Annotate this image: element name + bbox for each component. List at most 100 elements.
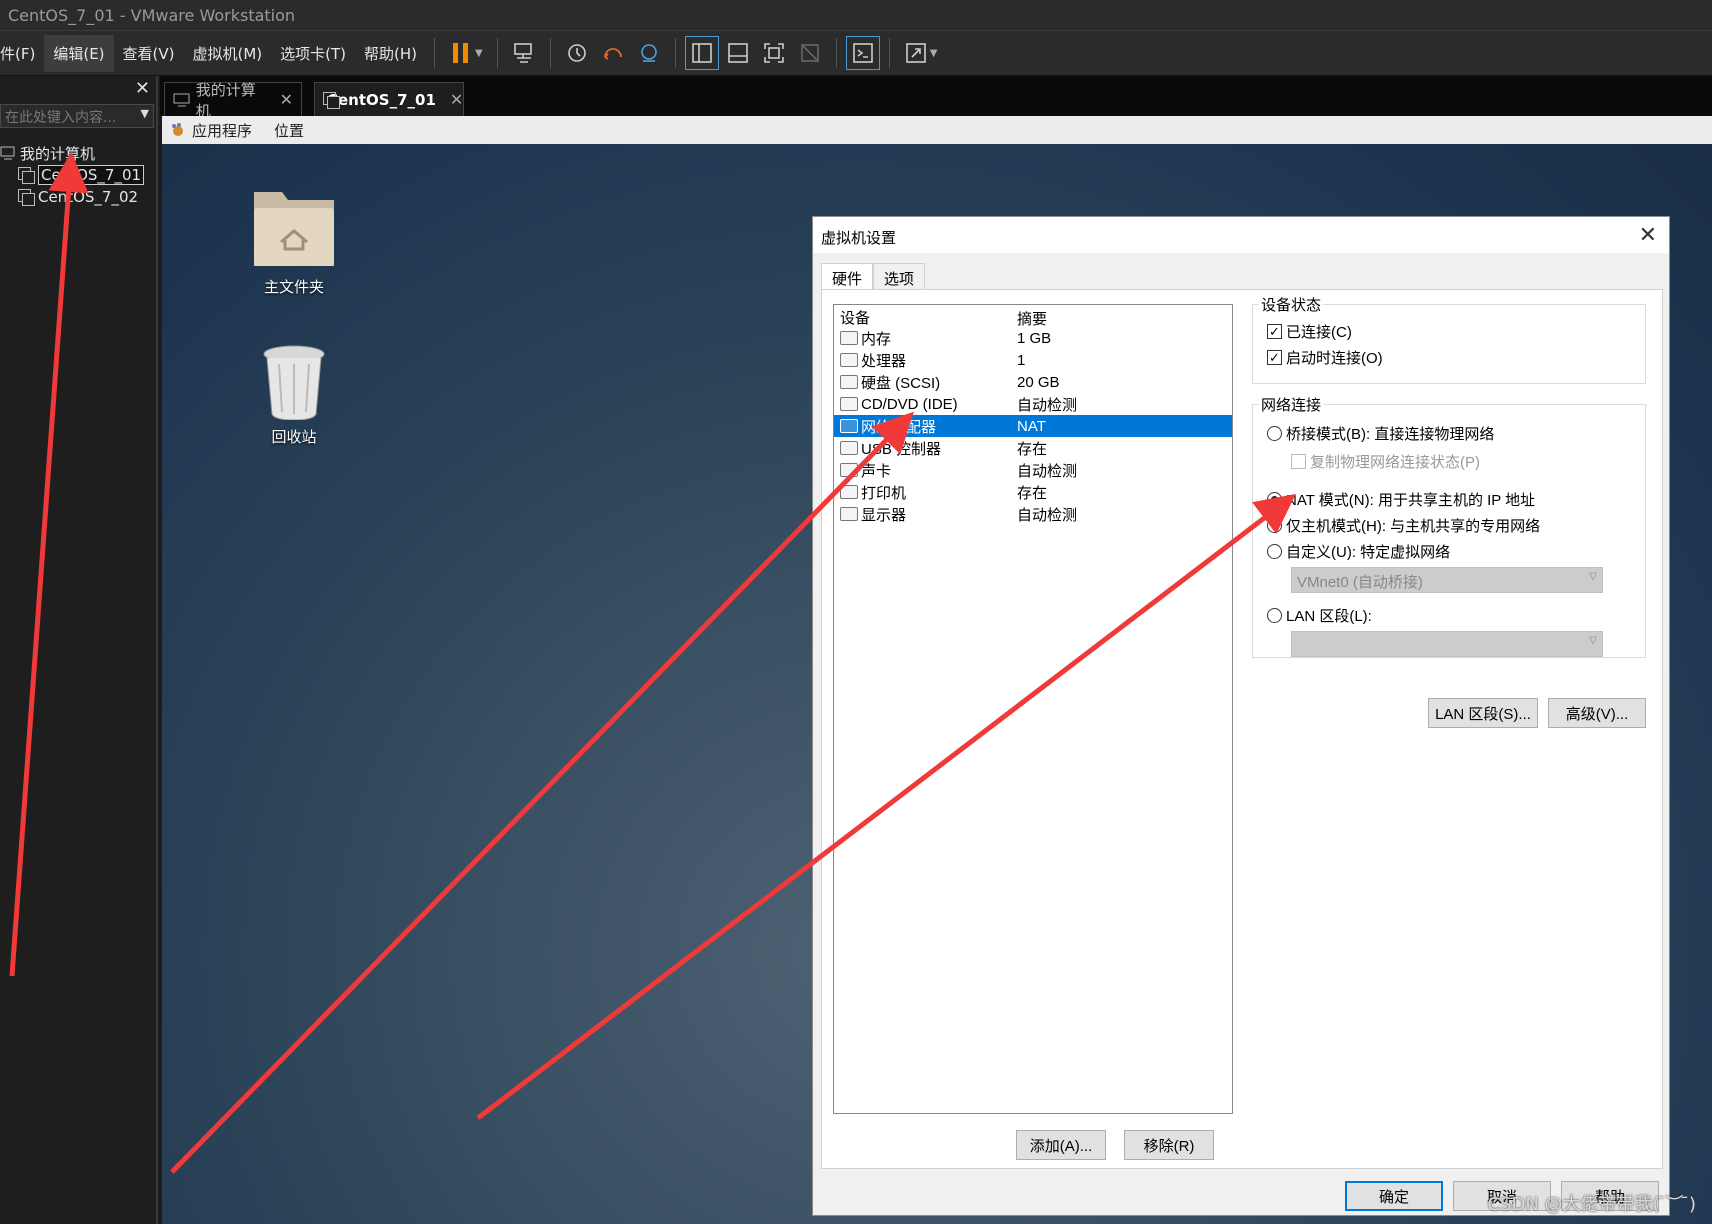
thumbnail-bar-icon[interactable] — [721, 36, 755, 70]
trash-icon — [263, 345, 325, 421]
menu-view[interactable]: 查看(V) — [114, 35, 184, 72]
desktop-icon-home[interactable]: 主文件夹 — [234, 186, 354, 297]
tab-centos-7-01[interactable]: CentOS_7_01 ✕ — [314, 82, 464, 116]
lan-segments-button[interactable]: LAN 区段(S)... — [1428, 698, 1538, 728]
radio-label: LAN 区段(L): — [1286, 608, 1372, 625]
device-summary: 1 — [1017, 351, 1026, 369]
device-row[interactable]: USB 控制器 存在 — [834, 437, 1232, 459]
column-device[interactable]: 设备 — [834, 308, 1014, 327]
tab-hardware[interactable]: 硬件 — [821, 263, 874, 290]
dialog-tabs: 硬件 选项 — [821, 263, 926, 290]
device-name: 显示器 — [861, 506, 907, 524]
device-icon — [840, 463, 858, 477]
pause-icon[interactable] — [444, 36, 478, 70]
device-icon — [840, 397, 858, 411]
lan-segment-select[interactable]: ▽ — [1291, 631, 1603, 657]
device-row[interactable]: CD/DVD (IDE) 自动检测 — [834, 393, 1232, 415]
ok-button[interactable]: 确定 — [1345, 1181, 1443, 1211]
toolbar-separator — [496, 38, 498, 68]
library-close-icon[interactable]: ✕ — [135, 78, 150, 99]
unity-icon[interactable] — [793, 36, 827, 70]
desktop-icon-label: 主文件夹 — [263, 278, 324, 296]
network-connection-group: 网络连接 桥接模式(B): 直接连接物理网络 复制物理网络连接状态(P) NAT… — [1252, 394, 1646, 658]
library-tree: 我的计算机 CentOS_7_01 CentOS_7_02 — [0, 142, 156, 208]
nat-radio[interactable]: NAT 模式(N): 用于共享主机的 IP 地址 — [1267, 489, 1535, 510]
device-row[interactable]: 网络适配器 NAT — [834, 415, 1232, 437]
device-name: USB 控制器 — [861, 440, 942, 458]
device-name: 声卡 — [861, 462, 892, 480]
host-only-radio[interactable]: 仅主机模式(H): 与主机共享的专用网络 — [1267, 515, 1540, 536]
custom-radio[interactable]: 自定义(U): 特定虚拟网络 — [1267, 541, 1450, 562]
device-summary: 20 GB — [1017, 373, 1060, 391]
library-search-input[interactable]: 在此处键入内容... ▼ — [0, 104, 154, 128]
pause-dropdown-icon[interactable]: ▼ — [475, 48, 483, 59]
console-icon[interactable] — [845, 36, 880, 70]
menu-help[interactable]: 帮助(H) — [355, 35, 426, 72]
tab-my-computer[interactable]: 我的计算机 ✕ — [164, 81, 302, 120]
advanced-button[interactable]: 高级(V)... — [1548, 698, 1646, 728]
vm-settings-dialog: 虚拟机设置 ✕ 硬件 选项 设备 摘要 内存 1 GB 处理器 1 硬盘 (SCSI) 2… — [812, 216, 1670, 1216]
show-library-icon[interactable] — [684, 36, 719, 70]
menu-file[interactable]: 件(F) — [0, 35, 44, 72]
tree-item-centos-7-01[interactable]: CentOS_7_01 — [0, 164, 156, 186]
connect-at-power-on-checkbox[interactable]: ✓ 启动时连接(O) — [1267, 347, 1383, 368]
device-row[interactable]: 内存 1 GB — [834, 327, 1232, 349]
add-device-button[interactable]: 添加(A)... — [1016, 1130, 1106, 1160]
device-summary: 自动检测 — [1017, 506, 1078, 524]
chevron-down-icon[interactable]: ▼ — [141, 107, 149, 125]
lan-segment-radio[interactable]: LAN 区段(L): — [1267, 605, 1372, 626]
group-title: 网络连接 — [1259, 394, 1324, 415]
snapshot-icon[interactable] — [560, 36, 594, 70]
desktop-icon-trash[interactable]: 回收站 — [234, 344, 354, 447]
tree-label: CentOS_7_01 — [38, 165, 145, 185]
stretch-dropdown-icon[interactable]: ▼ — [930, 48, 938, 59]
window-title: CentOS_7_01 - VMware Workstation — [0, 0, 1712, 30]
revert-snapshot-icon[interactable] — [596, 36, 630, 70]
snapshot-manager-icon[interactable] — [632, 36, 666, 70]
chevron-down-icon: ▽ — [1589, 635, 1597, 646]
custom-network-select[interactable]: VMnet0 (自动桥接) ▽ — [1291, 567, 1603, 593]
tab-label: CentOS_7_01 — [327, 90, 436, 109]
stretch-icon[interactable] — [899, 36, 933, 70]
device-name-cell: 打印机 — [834, 482, 1014, 503]
tab-options[interactable]: 选项 — [873, 263, 926, 289]
tree-item-my-computer[interactable]: 我的计算机 — [0, 142, 156, 164]
device-icon — [840, 441, 858, 455]
computer-icon — [0, 146, 15, 160]
menu-places[interactable]: 位置 — [274, 120, 304, 141]
close-icon[interactable]: ✕ — [280, 90, 293, 109]
device-row[interactable]: 处理器 1 — [834, 349, 1232, 371]
close-icon[interactable]: ✕ — [450, 90, 463, 109]
menu-edit[interactable]: 编辑(E) — [44, 34, 114, 72]
device-name-cell: USB 控制器 — [834, 438, 1014, 459]
device-row[interactable]: 声卡 自动检测 — [834, 459, 1232, 481]
menu-tabs[interactable]: 选项卡(T) — [271, 35, 355, 72]
radio-button — [1267, 608, 1282, 623]
radio-label: 仅主机模式(H): 与主机共享的专用网络 — [1286, 518, 1541, 535]
menu-vm[interactable]: 虚拟机(M) — [184, 35, 272, 72]
device-summary: 1 GB — [1017, 329, 1052, 347]
device-name-cell: 显示器 — [834, 504, 1014, 525]
checkbox-label: 已连接(C) — [1286, 324, 1352, 341]
checkbox-box — [1291, 454, 1306, 469]
device-name: 硬盘 (SCSI) — [861, 374, 941, 392]
close-icon[interactable]: ✕ — [1639, 222, 1657, 248]
tree-item-centos-7-02[interactable]: CentOS_7_02 — [0, 186, 156, 208]
column-summary[interactable]: 摘要 — [1014, 308, 1224, 328]
send-keys-icon[interactable] — [507, 36, 541, 70]
connected-checkbox[interactable]: ✓ 已连接(C) — [1267, 321, 1352, 342]
device-row[interactable]: 硬盘 (SCSI) 20 GB — [834, 371, 1232, 393]
bridged-radio[interactable]: 桥接模式(B): 直接连接物理网络 — [1267, 423, 1494, 444]
fullscreen-icon[interactable] — [757, 36, 791, 70]
radio-button — [1267, 426, 1282, 441]
radio-label: 自定义(U): 特定虚拟网络 — [1286, 544, 1451, 561]
device-name-cell: 硬盘 (SCSI) — [834, 372, 1014, 393]
device-icon — [840, 485, 858, 499]
menu-applications[interactable]: 应用程序 — [192, 120, 252, 141]
remove-device-button[interactable]: 移除(R) — [1124, 1130, 1214, 1160]
device-name: 打印机 — [861, 484, 907, 502]
gnome-foot-icon — [172, 123, 183, 136]
device-row[interactable]: 显示器 自动检测 — [834, 503, 1232, 525]
device-row[interactable]: 打印机 存在 — [834, 481, 1232, 503]
replicate-state-checkbox[interactable]: 复制物理网络连接状态(P) — [1291, 451, 1480, 472]
